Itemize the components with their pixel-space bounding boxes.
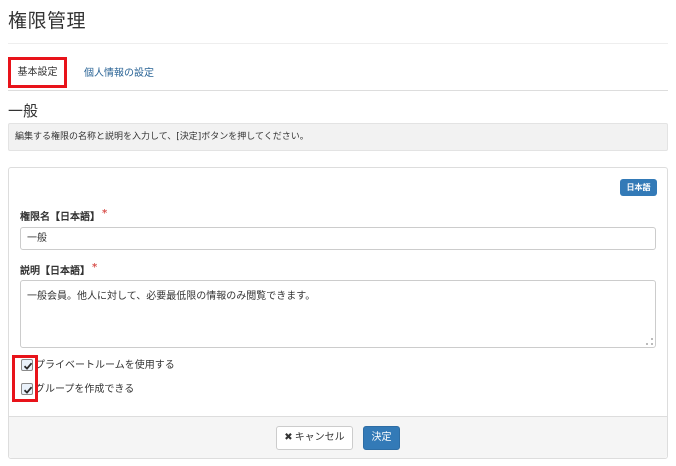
tab-bar: 基本設定 個人情報の設定 <box>8 57 668 91</box>
submit-button[interactable]: 決定 <box>363 426 400 450</box>
required-mark: * <box>102 208 108 219</box>
instruction-well: 編集する権限の名称と説明を入力して、[決定]ボタンを押してください。 <box>8 123 668 151</box>
cancel-button-label: キャンセル <box>294 432 345 443</box>
create-group-checkbox[interactable] <box>21 383 33 395</box>
private-room-checkbox-label: プライベートルームを使用する <box>35 360 175 371</box>
private-room-checkbox[interactable] <box>21 359 33 371</box>
required-mark: * <box>92 262 98 273</box>
description-textarea[interactable]: 一般会員。他人に対して、必要最低限の情報のみ閲覧できます。 <box>20 280 656 348</box>
page-title: 権限管理 <box>8 10 87 32</box>
tab-basic-settings[interactable]: 基本設定 <box>8 57 67 88</box>
cancel-button[interactable]: ✖ キャンセル <box>276 426 353 450</box>
name-input[interactable]: 一般 <box>20 227 656 250</box>
description-label-text: 説明【日本語】 <box>20 266 90 277</box>
resize-grip-icon[interactable] <box>646 338 653 345</box>
tab-personal-info-settings[interactable]: 個人情報の設定 <box>84 57 154 90</box>
checkmark-icon <box>23 386 33 394</box>
title-divider <box>8 43 668 44</box>
close-icon: ✖ <box>284 432 293 443</box>
description-text: 一般会員。他人に対して、必要最低限の情報のみ閲覧できます。 <box>27 291 316 302</box>
checkmark-icon <box>23 362 33 370</box>
panel-footer: ✖ キャンセル 決定 <box>9 416 667 458</box>
edit-panel: 日本語 権限名【日本語】 * 一般 説明【日本語】 * 一般会員。他人に対して、必要… <box>8 167 668 459</box>
section-title: 一般 <box>8 102 39 120</box>
create-group-checkbox-label: グループを作成できる <box>35 384 135 395</box>
language-badge[interactable]: 日本語 <box>620 179 657 196</box>
name-label-text: 権限名【日本語】 <box>20 212 100 223</box>
description-label: 説明【日本語】 * <box>20 262 97 277</box>
name-label: 権限名【日本語】 * <box>20 208 107 223</box>
